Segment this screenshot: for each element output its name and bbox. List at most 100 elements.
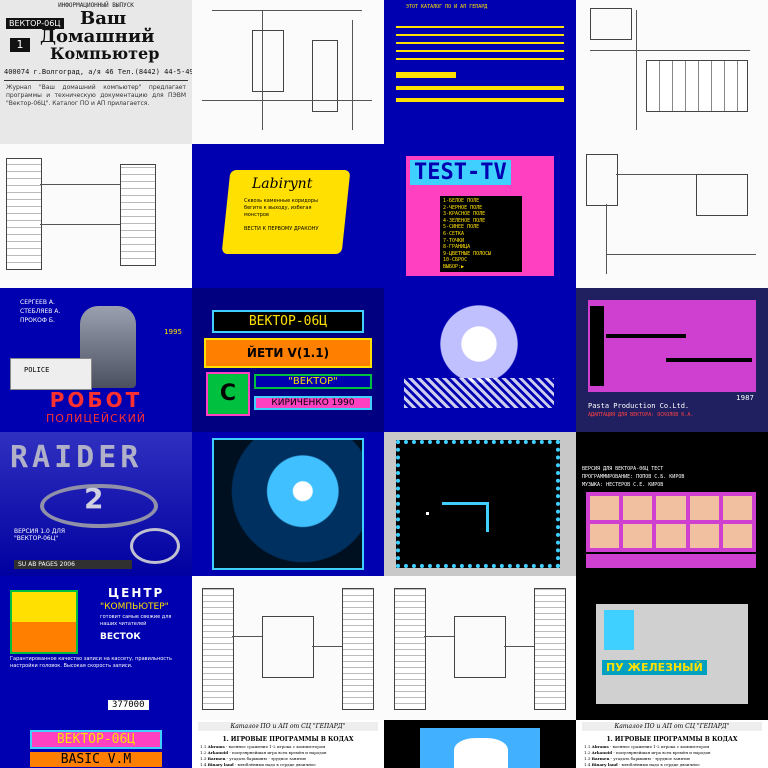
blue-menu-line [396,42,564,44]
yeti-title: ЙЕТИ V(1.1) [204,338,372,368]
robocop-authors: СЕРГЕЕВ А. СТЕБЛЯЕВ А. ПРОКОФ Б. [20,299,61,324]
portrait [689,524,719,548]
test-tv-title: TEST-TV [410,160,511,185]
platform-game-tile[interactable]: 1987 Pasta Production Co.Ltd. АДАПТАЦИЯ … [576,288,768,432]
test-tv-tile[interactable]: TEST-TV 1-БЕЛОЕ ПОЛЕ 2-ЧЕРНОЕ ПОЛЕ 3-КРАСН… [384,144,576,288]
center-ad-body: Гарантированное качество записи на кассе… [10,656,172,669]
circuit-schematic-tile-6[interactable] [384,576,576,720]
basic-tile[interactable]: ВЕКТОР-06Ц BASIC V.M [0,720,192,768]
test-tv-menu-item[interactable]: 5-СИНЕЕ ПОЛЕ [443,224,519,231]
center-ad-title: ЦЕНТР [108,586,165,600]
yeti-tile[interactable]: ВЕКТОР-06Ц ЙЕТИ V(1.1) C "ВЕКТОР" КИРИЧЕ… [192,288,384,432]
game-platform [606,334,686,338]
portraits-tile[interactable]: ВЕРСИЯ ДЛЯ ВЕКТОРА-06Ц ТЕСТ ПРОГРАММИРОВ… [576,432,768,576]
catalog-tile-2[interactable]: Каталог ПО и АП от СЦ "ГЕПАРД" 1. ИГРОВЫ… [576,720,768,768]
portraits-footer-bar [586,554,756,568]
portrait [590,496,620,520]
catalog-entry-name: Abrams [591,744,609,749]
cyber-art-tile[interactable] [192,432,384,576]
cow-tile[interactable] [384,720,576,768]
test-tv-menu-item[interactable]: ВЫБОР:▶ [443,264,519,271]
blue-menu-highlight [396,72,456,78]
yeti-brand: "ВЕКТОР" [254,374,372,389]
raider-tile[interactable]: RAIDER 2 ВЕРСИЯ 1.0 ДЛЯ "ВЕКТОР-06Ц" SU … [0,432,192,576]
test-tv-menu: 1-БЕЛОЕ ПОЛЕ 2-ЧЕРНОЕ ПОЛЕ 3-КРАСНОЕ ПОЛЕ 4… [440,196,522,272]
pc-title: ПУ ЖЕЛЕЗНЫЙ [602,660,707,675]
portraits-line2: ПРОГРАММИРОВАНИЕ: ПОПОВ С.Б. КИРОВ [582,474,685,480]
center-ad-phone: 377000 [108,700,149,710]
catalog-entry-desc: - угадать барышню - трудное занятие [609,756,691,761]
blue-menu-tile[interactable]: ЭТОТ КАТАЛОГ ПО И АП ГЕПАРД [384,0,576,144]
catalog-entry-number: 1.3 [200,756,208,761]
raider-title: RAIDER [10,440,143,475]
basic-header: ВЕКТОР-06Ц [30,730,162,749]
muscle-man-tile[interactable] [384,288,576,432]
catalog-entry-number: 1.1 [584,744,592,749]
catalog-entry-number: 1.2 [200,750,208,755]
catalog-entry-desc: - популярнейшая игра всех времён и народ… [228,750,327,755]
raider-number: 2 [84,482,104,515]
blue-menu-line [396,58,564,60]
schematic-line [232,636,262,637]
test-tv-menu-item[interactable]: 9-ЦВЕТНЫЕ ПОЛОСЫ [443,251,519,258]
pc-tile[interactable]: ПУ ЖЕЛЕЗНЫЙ [576,576,768,720]
circuit-schematic-tile-5[interactable] [192,576,384,720]
test-tv-menu-item[interactable]: 10-СБРОС [443,257,519,264]
catalog-entry-name: Barmen [207,756,226,761]
catalog-section: 1. ИГРОВЫЕ ПРОГРАММЫ В КОДАХ [222,736,354,743]
catalog-list: 1.1 Abrams - военное сражение 1-2 игрока… [584,744,764,768]
catalog-header: Каталог ПО и АП от СЦ "ГЕПАРД" [582,722,762,731]
robocop-title: РОБОТ [49,388,143,412]
yeti-header: ВЕКТОР-06Ц [212,310,364,333]
schematic-line [212,10,362,11]
test-tv-menu-item[interactable]: 1-БЕЛОЕ ПОЛЕ [443,198,519,205]
catalog-tile-1[interactable]: Каталог ПО и АП от СЦ "ГЕПАРД" 1. ИГРОВЫ… [192,720,384,768]
portrait [722,496,752,520]
robocop-tile[interactable]: СЕРГЕЕВ А. СТЕБЛЯЕВ А. ПРОКОФ Б. 1995 PO… [0,288,192,432]
circuit-schematic-tile-2[interactable] [576,0,768,144]
snake-game-tile[interactable] [384,432,576,576]
game-playfield [588,300,756,392]
portrait [656,496,686,520]
portrait [623,496,653,520]
center-ad-tile[interactable]: ЦЕНТР "КОМПЬЮТЕР" готовит самые свежие д… [0,576,192,720]
muscle-man-arm [404,378,554,408]
schematic-chip [342,588,374,710]
labyrinth-tile[interactable]: Labirynt Сквозь каменные коридоры бегите… [192,144,384,288]
catalog-section: 1. ИГРОВЫЕ ПРОГРАММЫ В КОДАХ [606,736,738,743]
center-ad-brand: ВЕСТОК [100,632,141,642]
labyrinth-title: Labirynt [252,176,313,192]
cover-divider [4,80,188,81]
blue-menu-line [396,34,564,36]
schematic-chip [262,616,314,678]
catalog-entry-number: 1.1 [200,744,208,749]
snake-body [486,502,489,532]
catalog-entry-desc: - угадать барышню - трудное занятие [225,756,307,761]
schematic-line [424,636,454,637]
test-tv-menu-item[interactable]: 2-ЧЕРНОЕ ПОЛЕ [443,205,519,212]
circuit-schematic-tile-3[interactable] [0,144,192,288]
police-plate: POLICE [24,366,50,374]
catalog-entry-desc: - влюблённых надо в сердце двоичное [233,762,316,767]
test-tv-menu-item[interactable]: 8-ГРАНИЦА [443,244,519,251]
schematic-chip [590,8,632,40]
blue-menu-line [396,26,564,28]
schematic-chip [252,30,284,92]
schematic-chip [120,164,156,266]
schematic-line [636,10,637,130]
test-tv-menu-item[interactable]: 7-ТОЧКИ [443,238,519,245]
test-tv-menu-item[interactable]: 4-ЗЕЛЕНОЕ ПОЛЕ [443,218,519,225]
test-tv-menu-item[interactable]: 3-КРАСНОЕ ПОЛЕ [443,211,519,218]
schematic-line [590,50,750,51]
schematic-chip [394,588,426,710]
schematic-chip [202,588,234,710]
basic-title: BASIC V.M [30,752,162,767]
labyrinth-text: Сквозь каменные коридоры бегите к выходу… [244,198,318,218]
magazine-cover-tile[interactable]: ИНФОРМАЦИОННЫЙ ВЫПУСК Ваш ВЕКТОР-06Ц Дом… [0,0,192,144]
test-tv-menu-item[interactable]: 6-СЕТКА [443,231,519,238]
circuit-schematic-tile-4[interactable] [576,144,768,288]
game-platform [666,358,752,362]
circuit-schematic-tile-1[interactable] [192,0,384,144]
raider-footer: SU AB PAGES 2006 [14,560,132,569]
portrait [590,524,620,548]
